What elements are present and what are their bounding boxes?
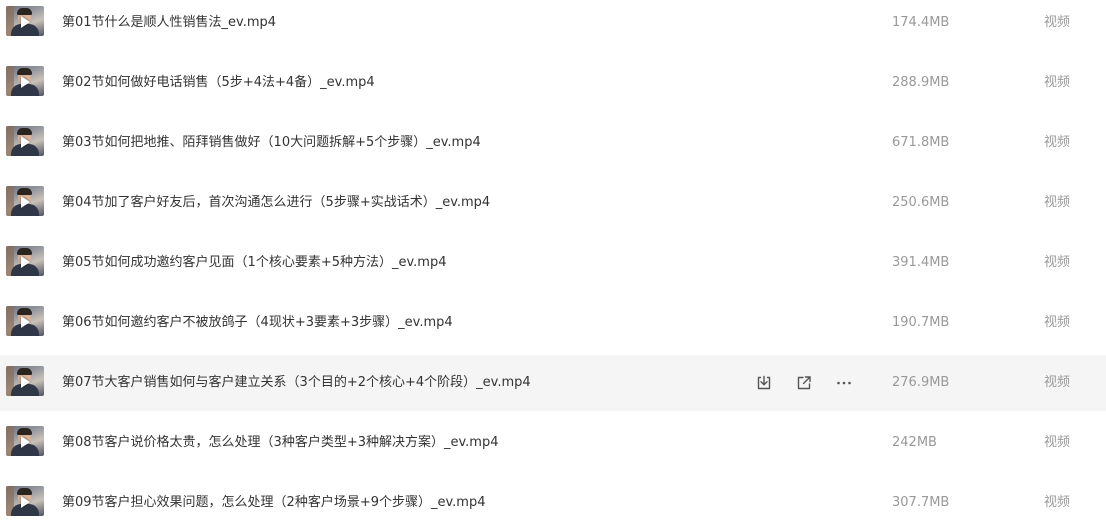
play-icon — [21, 136, 30, 148]
file-name[interactable]: 第09节客户担心效果问题，怎么处理（2种客户场景+9个步骤）_ev.mp4 — [62, 475, 485, 531]
file-type: 视频 — [1044, 15, 1071, 30]
play-icon — [21, 196, 30, 208]
file-type: 视频 — [1044, 375, 1071, 390]
more-icon — [837, 381, 851, 385]
file-size: 190.7MB — [892, 315, 950, 330]
file-list: 第01节什么是顺人性销售法_ev.mp4 174.4MB 视频 第02节如何做好… — [0, 0, 1106, 516]
file-row[interactable]: 第06节如何邀约客户不被放鸽子（4现状+3要素+3步骤）_ev.mp4 190.… — [0, 295, 1106, 351]
file-type: 视频 — [1044, 75, 1071, 90]
file-name[interactable]: 第07节大客户销售如何与客户建立关系（3个目的+2个核心+4个阶段）_ev.mp… — [62, 355, 531, 411]
file-type: 视频 — [1044, 495, 1071, 510]
video-thumbnail[interactable] — [6, 6, 44, 36]
share-icon — [797, 376, 811, 390]
file-row[interactable]: 第08节客户说价格太贵，怎么处理（3种客户类型+3种解决方案）_ev.mp4 2… — [0, 415, 1106, 471]
share-button[interactable] — [792, 371, 816, 395]
download-icon — [757, 375, 771, 390]
play-icon — [21, 436, 30, 448]
file-row[interactable]: 第09节客户担心效果问题，怎么处理（2种客户场景+9个步骤）_ev.mp4 30… — [0, 475, 1106, 531]
video-thumbnail[interactable] — [6, 306, 44, 336]
file-name[interactable]: 第05节如何成功邀约客户见面（1个核心要素+5种方法）_ev.mp4 — [62, 235, 446, 291]
file-name[interactable]: 第03节如何把地推、陌拜销售做好（10大问题拆解+5个步骤）_ev.mp4 — [62, 115, 481, 171]
file-size: 174.4MB — [892, 15, 950, 30]
file-size: 307.7MB — [892, 495, 950, 510]
file-type: 视频 — [1044, 195, 1071, 210]
video-thumbnail[interactable] — [6, 126, 44, 156]
video-thumbnail[interactable] — [6, 66, 44, 96]
file-type: 视频 — [1044, 255, 1071, 270]
file-row-hovered[interactable]: 第07节大客户销售如何与客户建立关系（3个目的+2个核心+4个阶段）_ev.mp… — [0, 355, 1106, 411]
file-row[interactable]: 第05节如何成功邀约客户见面（1个核心要素+5种方法）_ev.mp4 391.4… — [0, 235, 1106, 291]
more-button[interactable] — [832, 371, 856, 395]
video-thumbnail[interactable] — [6, 426, 44, 456]
file-size: 276.9MB — [892, 375, 950, 390]
play-icon — [21, 76, 30, 88]
video-thumbnail[interactable] — [6, 186, 44, 216]
file-type: 视频 — [1044, 435, 1071, 450]
file-name[interactable]: 第01节什么是顺人性销售法_ev.mp4 — [62, 0, 276, 51]
file-name[interactable]: 第02节如何做好电话销售（5步+4法+4备）_ev.mp4 — [62, 55, 375, 111]
file-name[interactable]: 第06节如何邀约客户不被放鸽子（4现状+3要素+3步骤）_ev.mp4 — [62, 295, 453, 351]
file-size: 391.4MB — [892, 255, 950, 270]
file-name[interactable]: 第04节加了客户好友后，首次沟通怎么进行（5步骤+实战话术）_ev.mp4 — [62, 175, 490, 231]
file-size: 671.8MB — [892, 135, 950, 150]
play-icon — [21, 256, 30, 268]
file-name[interactable]: 第08节客户说价格太贵，怎么处理（3种客户类型+3种解决方案）_ev.mp4 — [62, 415, 498, 471]
file-row[interactable]: 第03节如何把地推、陌拜销售做好（10大问题拆解+5个步骤）_ev.mp4 67… — [0, 115, 1106, 171]
video-thumbnail[interactable] — [6, 486, 44, 516]
play-icon — [21, 16, 30, 28]
file-row[interactable]: 第01节什么是顺人性销售法_ev.mp4 174.4MB 视频 — [0, 0, 1106, 51]
file-type: 视频 — [1044, 135, 1071, 150]
row-actions — [752, 371, 872, 395]
file-row[interactable]: 第04节加了客户好友后，首次沟通怎么进行（5步骤+实战话术）_ev.mp4 25… — [0, 175, 1106, 231]
play-icon — [21, 496, 30, 508]
file-row[interactable]: 第02节如何做好电话销售（5步+4法+4备）_ev.mp4 288.9MB 视频 — [0, 55, 1106, 111]
video-thumbnail[interactable] — [6, 246, 44, 276]
play-icon — [21, 376, 30, 388]
video-thumbnail[interactable] — [6, 366, 44, 396]
file-size: 250.6MB — [892, 195, 950, 210]
download-button[interactable] — [752, 371, 776, 395]
file-size: 242MB — [892, 435, 937, 450]
play-icon — [21, 316, 30, 328]
file-type: 视频 — [1044, 315, 1071, 330]
file-size: 288.9MB — [892, 75, 950, 90]
